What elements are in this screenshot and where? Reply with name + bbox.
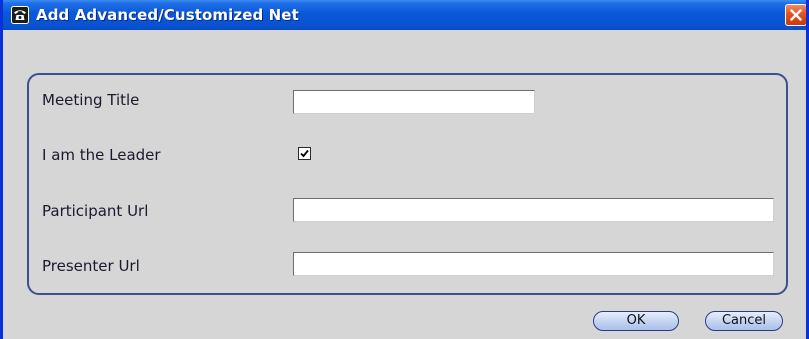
ok-button[interactable]: OK bbox=[593, 311, 679, 331]
meeting-title-label: Meeting Title bbox=[42, 91, 140, 109]
leader-label: I am the Leader bbox=[42, 146, 161, 164]
dialog-window: Add Advanced/Customized Net Meeting Titl… bbox=[0, 0, 809, 339]
presenter-url-input[interactable] bbox=[293, 252, 774, 276]
participant-url-input[interactable] bbox=[293, 198, 774, 222]
meeting-title-input[interactable] bbox=[293, 90, 535, 114]
participant-url-label: Participant Url bbox=[42, 202, 149, 220]
leader-checkbox[interactable] bbox=[298, 147, 311, 160]
close-icon bbox=[790, 9, 802, 21]
window-title: Add Advanced/Customized Net bbox=[36, 6, 299, 24]
cancel-button[interactable]: Cancel bbox=[705, 311, 783, 331]
presenter-url-label: Presenter Url bbox=[42, 257, 140, 275]
title-bar[interactable]: Add Advanced/Customized Net bbox=[3, 0, 806, 30]
telephone-icon bbox=[11, 6, 29, 24]
checkmark-icon bbox=[300, 149, 309, 158]
close-button[interactable] bbox=[785, 4, 806, 26]
